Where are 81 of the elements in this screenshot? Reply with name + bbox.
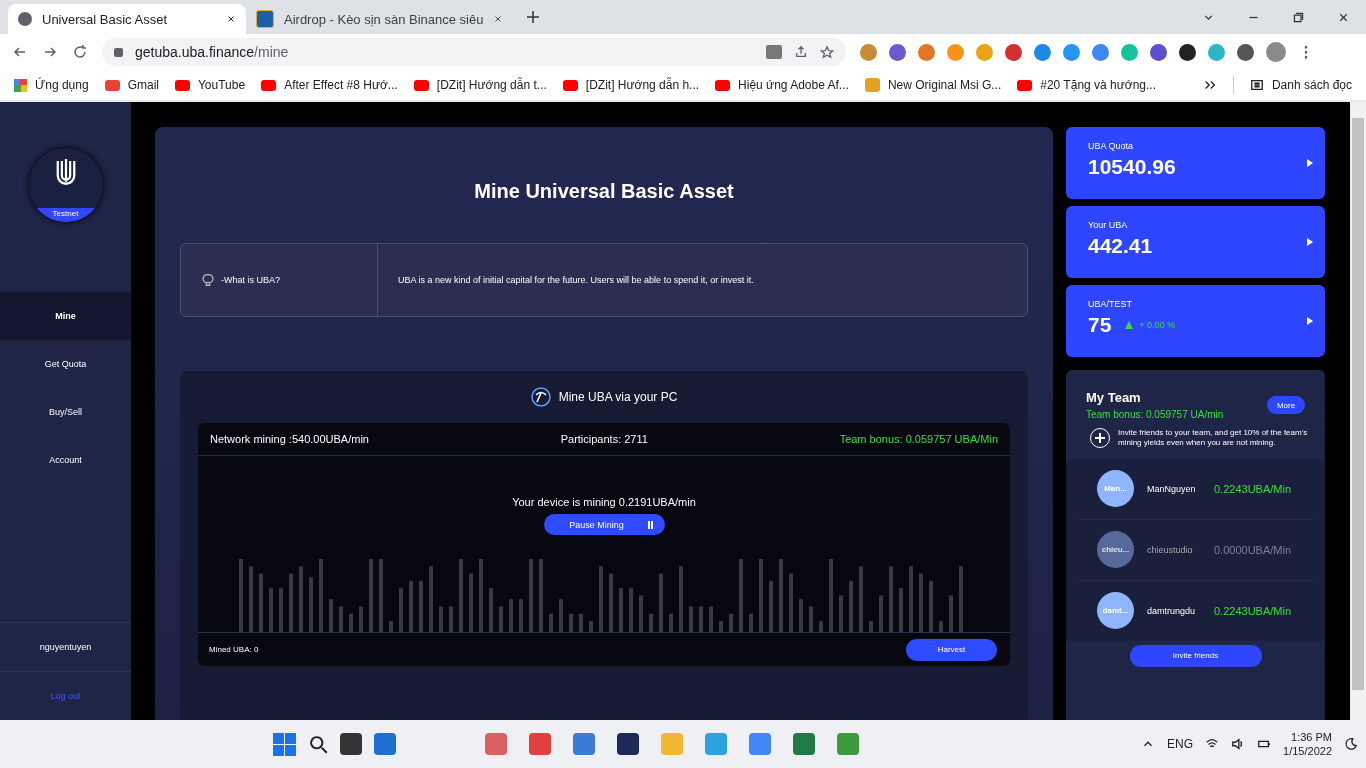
- plus-circle-icon[interactable]: [1090, 428, 1110, 449]
- close-icon[interactable]: [493, 14, 504, 24]
- member-avatar: damt...: [1097, 592, 1134, 630]
- globe-icon: [18, 12, 32, 26]
- harvest-button[interactable]: Harvest: [906, 638, 997, 661]
- widgets-icon[interactable]: [374, 733, 397, 755]
- miner-title: Mine UBA via your PC: [558, 390, 678, 404]
- member-rate: 0.0000UBA/Min: [1214, 543, 1292, 556]
- card-label: UBA/TEST: [1088, 299, 1133, 309]
- info-text: UBA is a new kind of initial capital for the future. Users will be able to spend it, or invest it.: [397, 274, 754, 287]
- change-percent: + 0.00 %: [1139, 320, 1176, 330]
- member-rate: 0.2243UBA/Min: [1214, 482, 1292, 495]
- team-title: My Team: [1086, 390, 1142, 405]
- bookmark[interactable]: After Effect #8 Hướ...: [261, 78, 398, 92]
- scrollbar[interactable]: [1350, 102, 1366, 720]
- clock[interactable]: 1:36 PM 1/15/2022: [1283, 729, 1332, 759]
- nav-item[interactable]: Buy/Sell: [0, 388, 131, 436]
- share-icon[interactable]: [794, 45, 808, 59]
- lightbulb-icon: [201, 273, 215, 287]
- nav-item[interactable]: Account: [0, 436, 131, 484]
- star-icon[interactable]: [820, 45, 834, 59]
- page-title: Mine Universal Basic Asset: [473, 180, 735, 203]
- extension-icon[interactable]: [1237, 43, 1254, 61]
- invite-text: Invite friends to your team, and get 10% of the team's mining yields even when you are not mining.: [1118, 428, 1309, 449]
- nav-item[interactable]: Mine: [0, 292, 131, 340]
- moon-icon[interactable]: [1344, 737, 1358, 751]
- card-label: UBA Quota: [1088, 141, 1135, 151]
- team-bonus: Team bonus: 0.059757 UA/min: [1086, 409, 1224, 420]
- pause-icon: [647, 520, 653, 529]
- card-label: Your UBA: [1088, 220, 1129, 230]
- stat-card[interactable]: UBA/TEST 75 + 0.00 %: [1066, 285, 1325, 357]
- reload-icon[interactable]: [72, 44, 88, 60]
- stat-card[interactable]: UBA Quota 10540.96: [1066, 127, 1325, 199]
- card-value: 75: [1088, 313, 1112, 337]
- member-name: damtrungdu: [1147, 605, 1197, 616]
- apps-grid-icon: [14, 78, 27, 92]
- username: nguyentuyen: [0, 622, 131, 672]
- member-avatar: Man...: [1097, 470, 1134, 508]
- extension-icon[interactable]: [1179, 43, 1196, 61]
- mining-status: Your device is mining 0.2191UBA/min: [512, 496, 696, 508]
- network-rate: Network mining :540.00UBA/min: [210, 433, 369, 445]
- mined-amount: Mined UBA: 0: [209, 645, 259, 654]
- list-icon: [1249, 78, 1264, 92]
- new-tab-icon[interactable]: [525, 9, 542, 25]
- app-icon[interactable]: [617, 733, 640, 755]
- browser-tab[interactable]: Universal Basic Asset: [8, 4, 246, 34]
- member-name: ManNguyen: [1147, 483, 1197, 494]
- nav-item[interactable]: Get Quota: [0, 340, 131, 388]
- windows-start-icon[interactable]: [273, 732, 297, 756]
- pause-mining-button[interactable]: Pause Mining: [543, 514, 665, 535]
- close-icon[interactable]: [226, 14, 236, 24]
- task-view-icon[interactable]: [340, 733, 363, 755]
- language-indicator[interactable]: ENG: [1167, 737, 1194, 751]
- info-label: -What is UBA?: [221, 275, 280, 285]
- stat-card[interactable]: Your UBA 442.41: [1066, 206, 1325, 278]
- address-bar[interactable]: getuba.uba.finance/mine: [102, 38, 846, 66]
- bookmark[interactable]: Ứng dụng: [14, 78, 89, 92]
- bookmark[interactable]: #20 Tặng và hướng...: [1017, 78, 1156, 92]
- profile-avatar[interactable]: [1266, 42, 1286, 62]
- bookmark[interactable]: Hiệu ứng Adobe Af...: [715, 78, 849, 92]
- card-value: 442.41: [1088, 234, 1153, 258]
- team-bonus: Team bonus: 0.059757 UBA/Min: [839, 433, 998, 445]
- participants-count: Participants: 2711: [560, 433, 648, 445]
- reading-list-button[interactable]: Danh sách đọc: [1249, 78, 1352, 92]
- bookmark[interactable]: YouTube: [174, 78, 246, 92]
- bookmark[interactable]: [DZit] Hướng dẫn t...: [413, 78, 547, 92]
- browser-tab[interactable]: Airdrop - Kèo sịn sàn Binance siêu: [246, 4, 514, 34]
- bookmark[interactable]: New Original Msi G...: [864, 78, 1002, 92]
- up-triangle-icon: [1125, 321, 1134, 329]
- search-icon[interactable]: [308, 734, 329, 754]
- more-button[interactable]: More: [1267, 396, 1305, 414]
- extension-icon[interactable]: [1150, 43, 1167, 61]
- member-name: chieustudio: [1147, 544, 1194, 555]
- member-rate: 0.2243UBA/Min: [1214, 604, 1292, 617]
- pickaxe-icon: [530, 387, 551, 407]
- invite-friends-button[interactable]: Invite friends: [1129, 644, 1262, 667]
- bookmark[interactable]: [DZit] Hướng dẫn h...: [562, 78, 700, 92]
- card-value: 10540.96: [1088, 155, 1176, 179]
- restore-icon[interactable]: [1292, 10, 1305, 24]
- member-avatar: chieu...: [1097, 531, 1134, 569]
- bookmark[interactable]: Gmail: [104, 78, 159, 92]
